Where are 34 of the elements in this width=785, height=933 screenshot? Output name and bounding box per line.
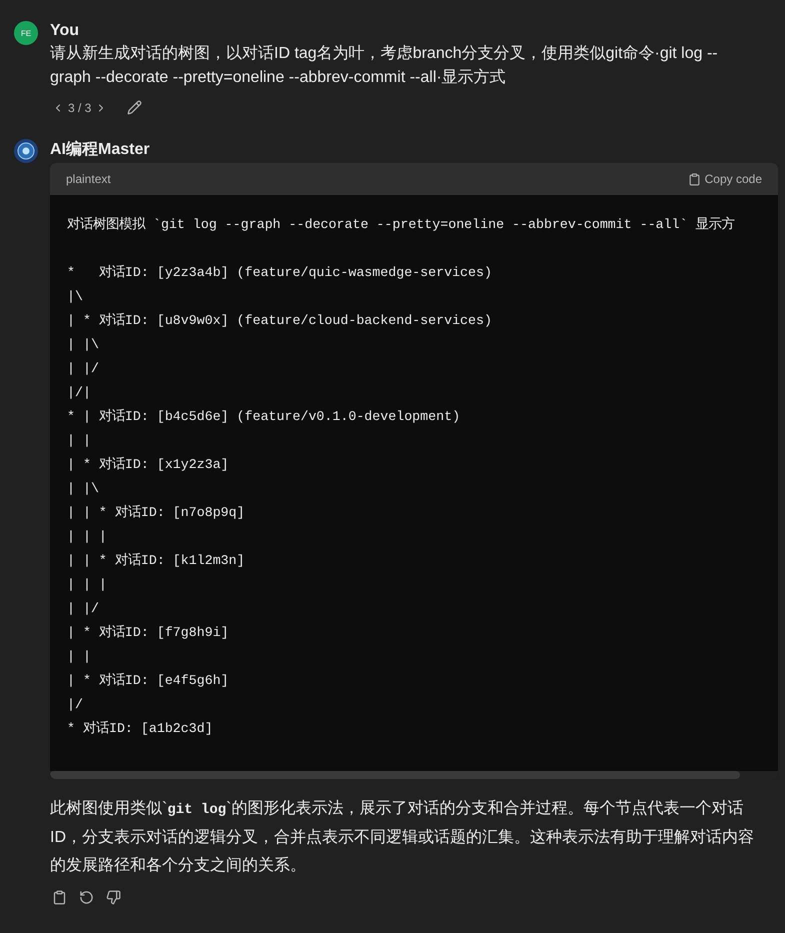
code-line: 对话树图模拟 `git log --graph --decorate --pretty=oneline --abbrev-commit --all` 显示方	[67, 216, 736, 234]
author-name: You	[50, 21, 80, 41]
user-avatar: FE	[14, 21, 38, 45]
page-counter: 3 / 3	[68, 100, 92, 114]
bot-avatar-icon	[14, 139, 38, 163]
code-line: | * 对话ID: [f7g8h9i]	[67, 624, 230, 642]
code-line: * | 对话ID: [b4c5d6e] (feature/v0.1.0-development)	[67, 408, 462, 426]
scrollbar-thumb[interactable]	[50, 771, 740, 779]
language-label: plaintext	[66, 172, 111, 186]
edit-icon[interactable]	[125, 98, 144, 117]
thumbs-down-icon[interactable]	[104, 888, 123, 907]
code-line: | * 对话ID: [e4f5g6h]	[67, 672, 230, 690]
code-line: | * 对话ID: [u8v9w0x] (feature/cloud-backend-services)	[67, 312, 493, 330]
code-line: |\	[67, 288, 84, 306]
code-line: | |	[67, 648, 92, 666]
code-line: |/|	[67, 384, 92, 402]
message-text: 请从新生成对话的树图，以对话ID tag名为叶，考虑branch分支分叉，使用类似git命令·git log --graph --decorate --pretty=oneline --abbrev-commit --all·显示方式	[50, 44, 719, 88]
code-line: | | |	[67, 528, 108, 546]
code-line: | |	[67, 432, 92, 450]
code-line: | * 对话ID: [x1y2z3a]	[67, 456, 230, 474]
code-line: | | * 对话ID: [n7o8p9q]	[67, 504, 246, 522]
code-line: | |\	[67, 480, 100, 498]
author-name: AI编程Master	[50, 139, 151, 160]
code-line: | |\	[67, 336, 100, 354]
code-line: * 对话ID: [a1b2c3d]	[67, 720, 214, 738]
code-line: | |/	[67, 600, 100, 618]
clipboard-icon[interactable]	[688, 172, 701, 186]
code-line: | | * 对话ID: [k1l2m3n]	[67, 552, 246, 570]
copy-code-link[interactable]: Copy code	[704, 172, 762, 186]
code-line: | |/	[67, 360, 100, 378]
code-line: | | |	[67, 576, 108, 594]
code-line: |/	[67, 696, 84, 714]
code-line: * 对话ID: [y2z3a4b] (feature/quic-wasmedge-services)	[67, 264, 493, 282]
message-text: 此树图使用类似`git log`的图形化表示法，展示了对话的分支和合并过程。每个节点代表一个对话ID，分支表示对话的逻辑分叉，合并点表示不同逻辑或话题的汇集。这种表示法有助于理解对话内容的发展路径和各个分支之间的关系。	[50, 798, 755, 876]
